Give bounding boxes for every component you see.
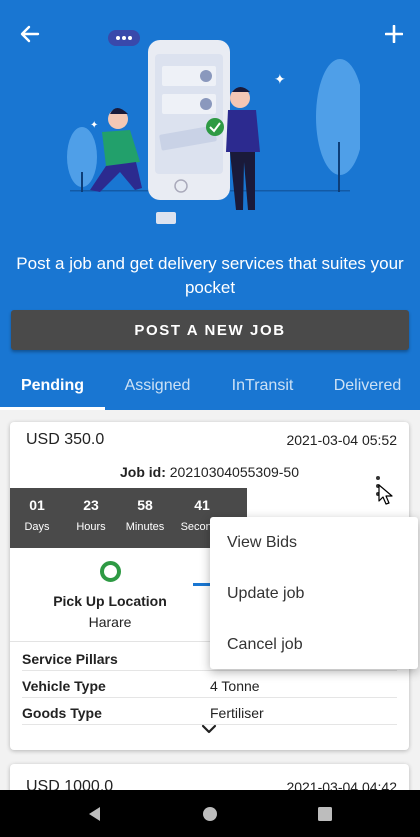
tab-pending[interactable]: Pending — [0, 362, 105, 410]
post-new-job-button[interactable]: POST A NEW JOB — [11, 310, 409, 350]
job-id-value: 20210304055309-50 — [169, 464, 300, 480]
job-id-label: Job id: — [119, 464, 166, 480]
delivery-illustration: ✦ ✦ — [67, 30, 360, 224]
system-navigation-bar — [0, 790, 420, 837]
home-circle-icon[interactable] — [198, 802, 222, 826]
recents-square-icon[interactable] — [313, 802, 337, 826]
countdown-hours: 23 Hours — [76, 497, 106, 533]
svg-text:✦: ✦ — [90, 120, 98, 131]
header: ✦ ✦ Post a job and get delivery services… — [0, 0, 420, 410]
add-button[interactable] — [378, 18, 410, 50]
tab-assigned[interactable]: Assigned — [105, 362, 210, 410]
tab-delivered[interactable]: Delivered — [315, 362, 420, 410]
countdown-minutes: 58 Minutes — [125, 497, 165, 533]
arrow-left-icon — [20, 25, 40, 43]
mouse-cursor-icon — [378, 484, 393, 505]
countdown-days: 01 Days — [24, 497, 50, 533]
pickup-city: Harare — [88, 614, 132, 630]
plus-icon — [385, 25, 403, 43]
detail-row-vehicle-type: Vehicle Type 4 Tonne — [22, 672, 397, 698]
menu-item-update-job[interactable]: Update job — [227, 585, 304, 603]
back-triangle-icon[interactable] — [83, 802, 107, 826]
tab-bar: Pending Assigned InTransit Delivered — [0, 362, 420, 410]
pickup-location-label: Pick Up Location — [53, 593, 167, 609]
job-options-menu: View Bids Update job Cancel job — [210, 517, 418, 669]
tab-intransit[interactable]: InTransit — [210, 362, 315, 410]
svg-text:✦: ✦ — [274, 72, 286, 88]
job-datetime: 2021-03-04 05:52 — [286, 432, 397, 448]
job-id: Job id: 20210304055309-50 — [10, 464, 409, 480]
menu-item-view-bids[interactable]: View Bids — [227, 534, 297, 552]
back-button[interactable] — [14, 18, 46, 50]
pickup-marker-icon — [100, 561, 121, 582]
chevron-down-icon[interactable] — [200, 722, 218, 736]
menu-item-cancel-job[interactable]: Cancel job — [227, 636, 303, 654]
tagline: Post a job and get delivery services tha… — [16, 254, 404, 297]
job-price: USD 350.0 — [26, 431, 105, 448]
